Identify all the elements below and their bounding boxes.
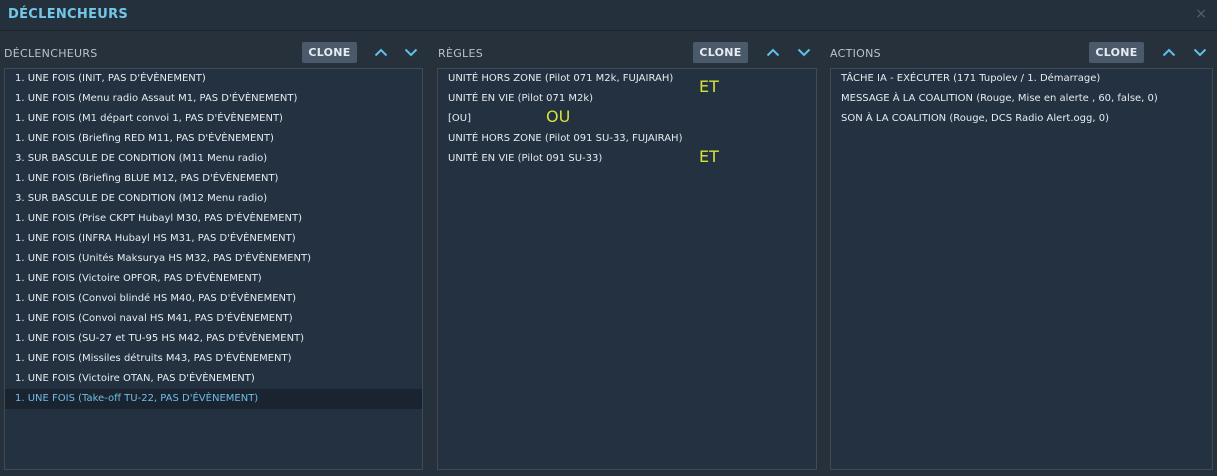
trigger-list-item[interactable]: 1. UNE FOIS (Victoire OPFOR, PAS D'ÉVÈNE… — [5, 269, 422, 289]
triggers-list-panel[interactable]: 1. UNE FOIS (INIT, PAS D'ÉVÈNEMENT) 1. UN… — [4, 68, 423, 470]
rule-list-item[interactable]: UNITÉ EN VIE (Pilot 071 M2k) — [438, 89, 816, 109]
triggers-label: DÉCLENCHEURS — [4, 47, 98, 60]
close-icon[interactable]: × — [1195, 6, 1207, 22]
actions-list-panel[interactable]: TÂCHE IA - EXÉCUTER (171 Tupolev / 1. Dé… — [830, 68, 1213, 470]
triggers-move-up-button[interactable] — [372, 43, 390, 61]
chevron-up-icon — [374, 48, 388, 56]
trigger-list-item[interactable]: 1. UNE FOIS (SU-27 et TU-95 HS M42, PAS … — [5, 329, 422, 349]
trigger-list-item[interactable]: 1. UNE FOIS (Victoire OTAN, PAS D'ÉVÈNEM… — [5, 369, 422, 389]
rules-list: UNITÉ HORS ZONE (Pilot 071 M2k, FUJAIRAH… — [438, 69, 816, 169]
title-bar: DÉCLENCHEURS × — [0, 0, 1217, 31]
trigger-list-item[interactable]: 1. UNE FOIS (Convoi naval HS M41, PAS D'… — [5, 309, 422, 329]
trigger-list-item[interactable]: 1. UNE FOIS (Convoi blindé HS M40, PAS D… — [5, 289, 422, 309]
rule-list-item[interactable]: UNITÉ EN VIE (Pilot 091 SU-33) — [438, 149, 816, 169]
actions-list: TÂCHE IA - EXÉCUTER (171 Tupolev / 1. Dé… — [831, 69, 1212, 129]
triggers-clone-button[interactable]: CLONE — [302, 42, 357, 63]
rules-list-panel[interactable]: UNITÉ HORS ZONE (Pilot 071 M2k, FUJAIRAH… — [437, 68, 817, 470]
or-annotation: OU — [546, 107, 571, 126]
actions-move-down-button[interactable] — [1191, 43, 1209, 61]
chevron-down-icon — [404, 48, 418, 56]
rule-list-item[interactable]: UNITÉ HORS ZONE (Pilot 091 SU-33, FUJAIR… — [438, 129, 816, 149]
trigger-list-item[interactable]: 1. UNE FOIS (Menu radio Assaut M1, PAS D… — [5, 89, 422, 109]
trigger-list-item[interactable]: 1. UNE FOIS (Unités Maksurya HS M32, PAS… — [5, 249, 422, 269]
chevron-down-icon — [1193, 48, 1207, 56]
rules-move-down-button[interactable] — [795, 43, 813, 61]
dialog-title: DÉCLENCHEURS — [8, 7, 129, 22]
rule-list-item[interactable]: [OU] — [438, 109, 816, 129]
rule-list-item[interactable]: UNITÉ HORS ZONE (Pilot 071 M2k, FUJAIRAH… — [438, 69, 816, 89]
triggers-dialog: DÉCLENCHEURS × DÉCLENCHEURS CLONE 1. UNE… — [0, 0, 1217, 476]
triggers-move-down-button[interactable] — [402, 43, 420, 61]
rules-label: RÈGLES — [438, 47, 483, 60]
trigger-list-item[interactable]: 1. UNE FOIS (Missiles détruits M43, PAS … — [5, 349, 422, 369]
trigger-list-item[interactable]: 1. UNE FOIS (Briefing BLUE M12, PAS D'ÉV… — [5, 169, 422, 189]
trigger-list-item[interactable]: 1. UNE FOIS (INIT, PAS D'ÉVÈNEMENT) — [5, 69, 422, 89]
actions-label: ACTIONS — [830, 47, 881, 60]
action-list-item[interactable]: MESSAGE À LA COALITION (Rouge, Mise en a… — [831, 89, 1212, 109]
trigger-list-item[interactable]: 3. SUR BASCULE DE CONDITION (M11 Menu ra… — [5, 149, 422, 169]
action-list-item[interactable]: TÂCHE IA - EXÉCUTER (171 Tupolev / 1. Dé… — [831, 69, 1212, 89]
and-annotation: ET — [699, 147, 719, 166]
chevron-down-icon — [797, 48, 811, 56]
actions-move-up-button[interactable] — [1160, 43, 1178, 61]
chevron-up-icon — [766, 48, 780, 56]
rules-clone-button[interactable]: CLONE — [693, 42, 748, 63]
trigger-list-item[interactable]: 1. UNE FOIS (Take-off TU-22, PAS D'ÉVÈNE… — [5, 389, 422, 409]
and-annotation: ET — [699, 77, 719, 96]
actions-clone-button[interactable]: CLONE — [1089, 42, 1144, 63]
trigger-list-item[interactable]: 3. SUR BASCULE DE CONDITION (M12 Menu ra… — [5, 189, 422, 209]
chevron-up-icon — [1162, 48, 1176, 56]
trigger-list-item[interactable]: 1. UNE FOIS (M1 départ convoi 1, PAS D'É… — [5, 109, 422, 129]
trigger-list-item[interactable]: 1. UNE FOIS (Prise CKPT Hubayl M30, PAS … — [5, 209, 422, 229]
action-list-item[interactable]: SON À LA COALITION (Rouge, DCS Radio Ale… — [831, 109, 1212, 129]
trigger-list-item[interactable]: 1. UNE FOIS (Briefing RED M11, PAS D'ÉVÈ… — [5, 129, 422, 149]
triggers-list: 1. UNE FOIS (INIT, PAS D'ÉVÈNEMENT) 1. UN… — [5, 69, 422, 409]
rules-move-up-button[interactable] — [764, 43, 782, 61]
trigger-list-item[interactable]: 1. UNE FOIS (INFRA Hubayl HS M31, PAS D'… — [5, 229, 422, 249]
